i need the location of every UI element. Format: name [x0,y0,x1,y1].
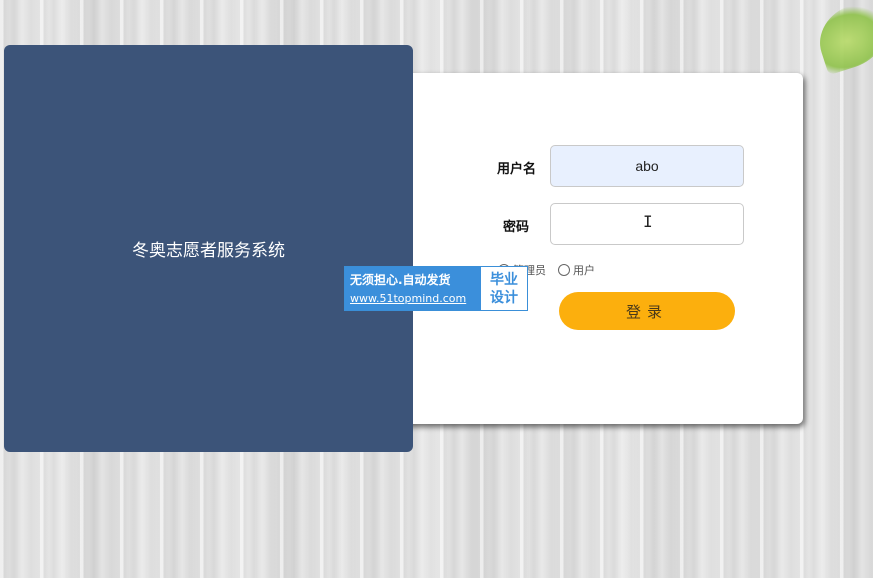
watermark-text-block: 无须担心.自动发货 www.51topmind.com [345,267,481,310]
watermark-label-line1: 毕业 [490,271,518,288]
watermark-url: www.51topmind.com [350,291,467,305]
system-title-panel: 冬奥志愿者服务系统 [4,45,413,452]
password-label: 密码 [502,220,529,235]
login-button[interactable]: 登录 [559,292,735,330]
role-user-label: 用户 [573,264,595,277]
role-option-user[interactable]: 用户 [558,262,595,278]
leaf-decoration-icon [810,0,873,76]
i-beam-cursor-icon: I [643,212,653,231]
username-label: 用户名 [496,162,536,177]
watermark-label-line2: 设计 [490,289,518,306]
login-card [400,73,803,424]
system-title: 冬奥志愿者服务系统 [132,241,285,261]
radio-user-icon[interactable] [558,264,570,276]
watermark-label: 毕业 设计 [481,267,527,310]
watermark-slogan: 无须担心.自动发货 [350,272,451,287]
username-input[interactable] [550,145,744,187]
watermark-badge: 无须担心.自动发货 www.51topmind.com 毕业 设计 [344,266,528,311]
